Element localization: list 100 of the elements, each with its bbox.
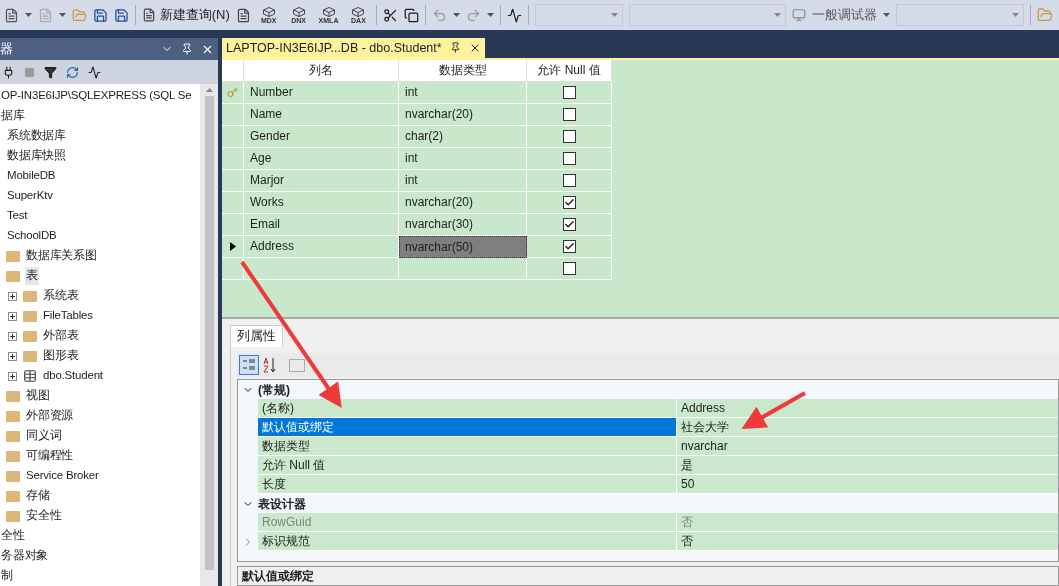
empty-cell[interactable] [399, 257, 527, 280]
cut-icon[interactable] [383, 7, 399, 23]
tree-item[interactable]: 全性 [0, 527, 26, 545]
table-cell[interactable]: Gender [244, 125, 399, 148]
refresh-icon[interactable] [66, 65, 79, 79]
tree-item[interactable]: SchoolDB [6, 227, 58, 245]
folder-icon [23, 330, 37, 342]
expand-icon[interactable] [8, 371, 17, 381]
property-name[interactable]: 默认值或绑定 [258, 418, 676, 437]
tree-item[interactable]: 存储 [25, 487, 51, 505]
table-cell[interactable]: nvarchar(30) [399, 213, 527, 236]
checkbox[interactable] [562, 239, 576, 253]
property-name[interactable]: 数据类型 [258, 437, 676, 456]
annotation-arrow [741, 391, 806, 429]
expand-icon[interactable] [8, 291, 17, 301]
categorized-icon[interactable] [239, 355, 259, 375]
checkbox[interactable] [562, 129, 576, 143]
table-cell[interactable]: nvarchar(50) [399, 235, 527, 258]
expand-icon[interactable] [8, 311, 17, 321]
checkbox[interactable] [562, 195, 576, 209]
tree-item[interactable]: 同义词 [25, 427, 63, 445]
panel-title: 器 [0, 40, 14, 59]
key-icon [227, 86, 238, 98]
checkbox[interactable] [562, 107, 576, 121]
tree-item[interactable]: 视图 [25, 387, 51, 405]
document-tab[interactable]: LAPTOP-IN3E6IJP...DB - dbo.Student* [222, 38, 485, 58]
expand-icon[interactable] [8, 351, 17, 361]
tree-item[interactable]: 据库 [0, 107, 26, 125]
checkbox[interactable] [562, 85, 576, 99]
tree-item[interactable]: 图形表 [42, 347, 80, 365]
table-cell[interactable]: Age [244, 147, 399, 170]
tree-item[interactable]: MobileDB [6, 167, 57, 185]
category-title: (常规) [258, 381, 290, 399]
tree-item[interactable]: 系统数据库 [6, 127, 67, 145]
table-cell[interactable]: nvarchar(20) [399, 191, 527, 214]
property-value[interactable]: 50 [676, 475, 1058, 494]
tree-item[interactable]: Test [6, 207, 29, 225]
tree-item[interactable]: 外部资源 [25, 407, 75, 425]
filter-icon[interactable] [44, 65, 57, 79]
tree-item[interactable]: 务器对象 [0, 547, 50, 565]
activity-icon[interactable] [88, 65, 101, 79]
table-cell[interactable]: int [399, 169, 527, 192]
column-header[interactable]: 允许 Null 值 [527, 59, 612, 82]
folder-icon [23, 310, 37, 322]
property-name[interactable]: (名称) [258, 399, 676, 418]
property-name[interactable]: 长度 [258, 475, 676, 494]
property-value[interactable]: Address [676, 399, 1058, 418]
row-header[interactable] [222, 235, 244, 258]
expand-icon[interactable] [8, 331, 17, 341]
table-cell[interactable]: Works [244, 191, 399, 214]
property-value[interactable]: 社会大学 [676, 418, 1058, 437]
table-cell[interactable]: Number [244, 81, 399, 104]
save-icon[interactable] [92, 7, 108, 23]
tree-item[interactable]: 可编程性 [25, 447, 75, 465]
property-value[interactable]: nvarchar [676, 437, 1058, 456]
connect-icon[interactable] [2, 65, 15, 79]
checkbox[interactable] [562, 173, 576, 187]
table-cell[interactable]: int [399, 81, 527, 104]
tree-item[interactable]: dbo.Student [42, 367, 104, 385]
table-cell[interactable]: Name [244, 103, 399, 126]
folder-icon [6, 250, 20, 262]
property-value[interactable]: 否 [676, 532, 1058, 551]
checkbox[interactable] [562, 151, 576, 165]
tree-item[interactable]: FileTables [42, 307, 94, 325]
empty-cell[interactable] [244, 257, 399, 280]
query-icon[interactable] [235, 7, 251, 23]
table-cell[interactable]: Email [244, 213, 399, 236]
tree-item[interactable]: 系统表 [42, 287, 80, 305]
table-cell[interactable]: nvarchar(20) [399, 103, 527, 126]
tree-item[interactable]: 数据库关系图 [25, 247, 98, 265]
table-cell[interactable]: int [399, 147, 527, 170]
pin-icon[interactable] [181, 43, 193, 55]
tree-item[interactable]: SuperKtv [6, 187, 54, 205]
sort-descending-icon[interactable] [263, 357, 277, 373]
property-name[interactable]: 允许 Null 值 [258, 456, 676, 475]
property-value[interactable]: 是 [676, 456, 1058, 475]
column-header[interactable]: 列名 [244, 59, 399, 82]
scrollbar[interactable] [200, 84, 218, 586]
tree-item[interactable]: 制 [0, 567, 14, 585]
folder-icon [6, 470, 20, 482]
pin-icon[interactable] [449, 42, 461, 54]
folder-icon [23, 350, 37, 362]
table-cell[interactable]: char(2) [399, 125, 527, 148]
property-name[interactable]: 标识规范 [258, 532, 676, 551]
tree-item[interactable]: 数据库快照 [6, 147, 67, 165]
save-all-icon[interactable] [113, 7, 129, 23]
tree-item[interactable]: 安全性 [25, 507, 63, 525]
copy-icon[interactable] [404, 7, 420, 23]
tree-item[interactable]: 外部表 [42, 327, 80, 345]
checkbox[interactable] [562, 217, 576, 231]
tree-item[interactable]: OP-IN3E6IJP\SQLEXPRESS (SQL Se [0, 87, 193, 105]
column-header[interactable]: 数据类型 [399, 59, 527, 82]
tree-item[interactable]: 表 [25, 267, 39, 285]
properties-tab[interactable]: 列属性 [230, 325, 283, 347]
chart-icon[interactable] [507, 7, 523, 23]
tree-item[interactable]: Service Broker [25, 467, 100, 485]
table-cell[interactable]: Marjor [244, 169, 399, 192]
checkbox[interactable] [562, 261, 576, 275]
new-query-button[interactable]: 新建查询(N) [141, 5, 230, 25]
debugger-dropdown[interactable]: 一般调试器 [812, 5, 878, 25]
